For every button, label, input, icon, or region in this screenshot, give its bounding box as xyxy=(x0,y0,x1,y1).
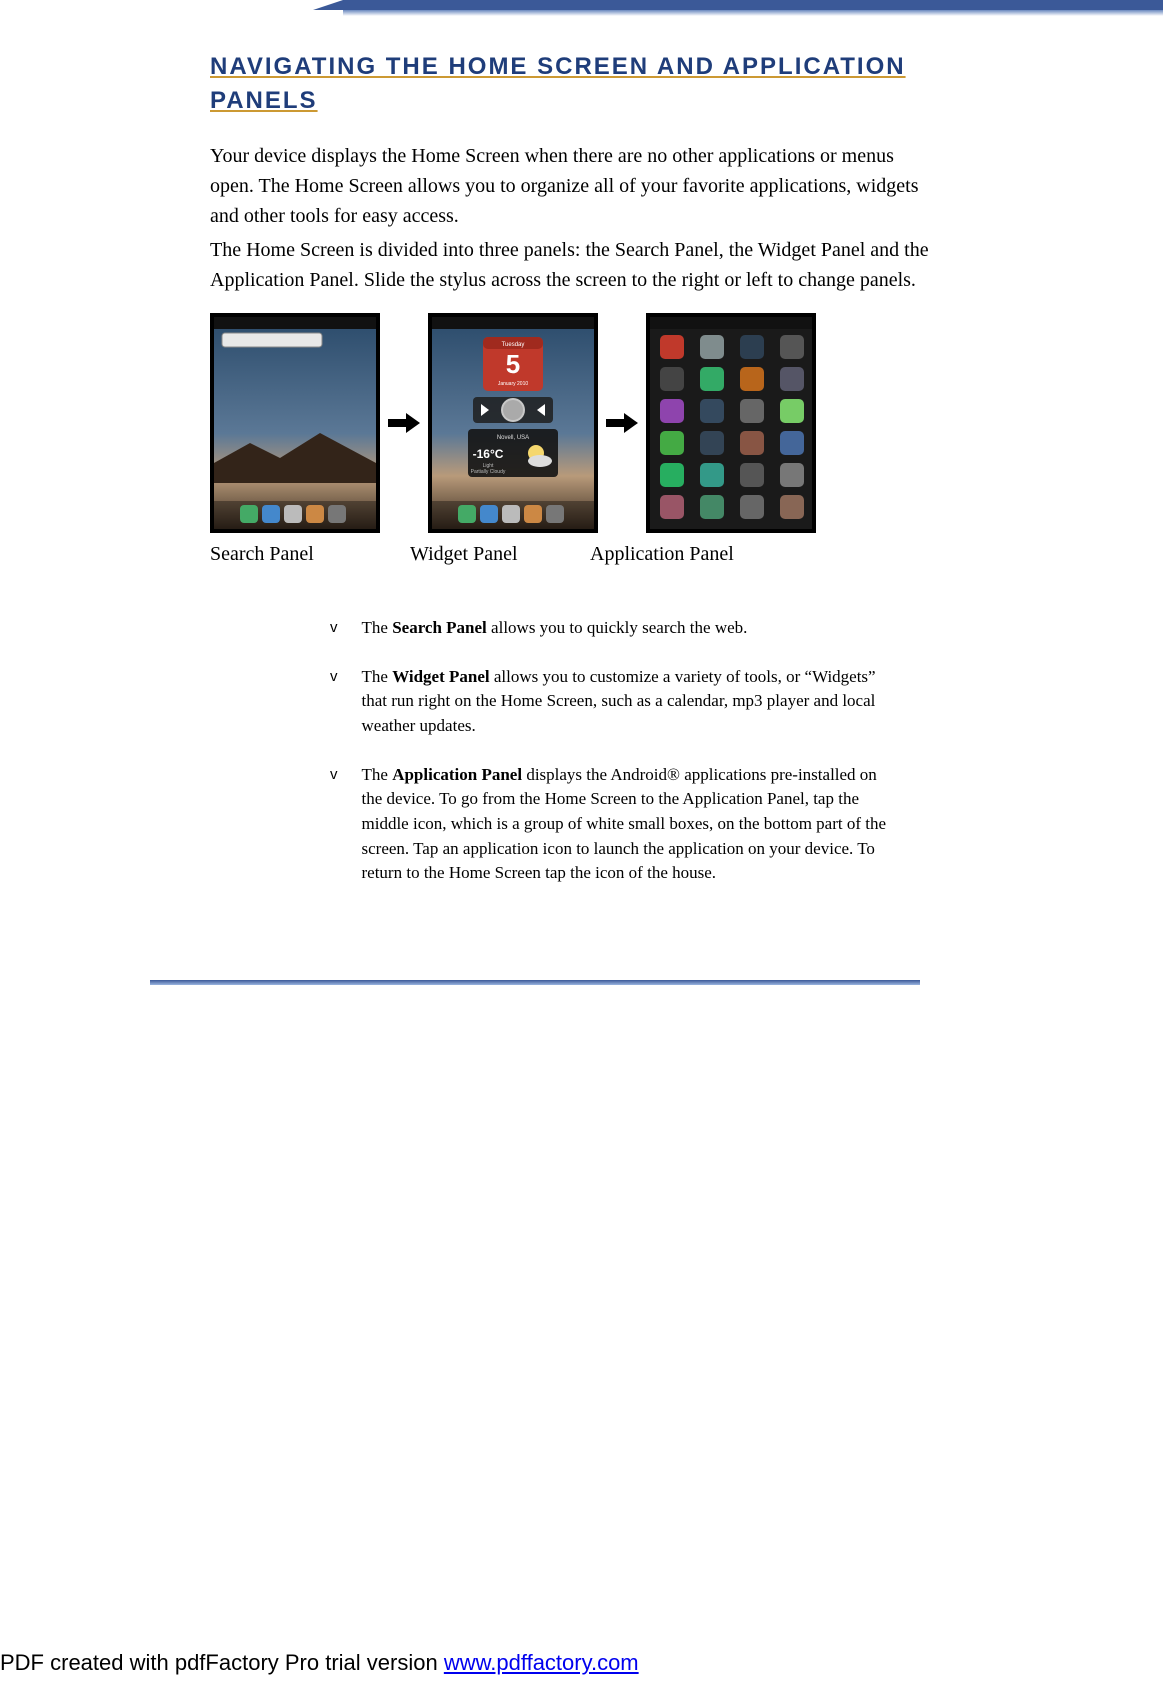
panel-labels-row: Search Panel Widget Panel Application Pa… xyxy=(210,543,930,566)
bullet-marker: v xyxy=(330,616,338,641)
music-widget xyxy=(473,397,553,423)
bullet-marker: v xyxy=(330,665,338,739)
footer-text: PDF created with pdfFactory Pro trial ve… xyxy=(0,1650,444,1675)
list-item: v The Application Panel displays the And… xyxy=(330,763,890,886)
calendar-widget: Tuesday 5 January 2010 xyxy=(483,337,543,391)
panels-illustration: Tuesday 5 January 2010 Novell, USA -16°C xyxy=(210,313,930,533)
svg-text:Novell, USA: Novell, USA xyxy=(497,435,529,441)
intro-paragraph-2: The Home Screen is divided into three pa… xyxy=(210,235,930,295)
bullet-text: The Widget Panel allows you to customize… xyxy=(362,665,891,739)
label-search-panel: Search Panel xyxy=(210,543,410,566)
weather-widget: Novell, USA -16°C Light Partially Cloudy xyxy=(468,429,558,477)
intro-paragraph-1: Your device displays the Home Screen whe… xyxy=(210,141,930,231)
search-panel-screenshot xyxy=(210,313,380,533)
label-widget-panel: Widget Panel xyxy=(410,543,590,566)
bullet-text: The Search Panel allows you to quickly s… xyxy=(362,616,748,641)
svg-text:Partially Cloudy: Partially Cloudy xyxy=(471,469,506,475)
list-item: v The Widget Panel allows you to customi… xyxy=(330,665,890,739)
section-heading: NAVIGATING THE HOME SCREEN AND APPLICATI… xyxy=(210,50,930,117)
svg-text:January 2010: January 2010 xyxy=(498,381,529,387)
list-item: v The Search Panel allows you to quickly… xyxy=(330,616,890,641)
divider-rule xyxy=(150,980,920,985)
svg-text:5: 5 xyxy=(506,349,520,379)
application-panel-screenshot xyxy=(646,313,816,533)
bullet-text: The Application Panel displays the Andro… xyxy=(362,763,891,886)
bullet-marker: v xyxy=(330,763,338,886)
svg-text:Tuesday: Tuesday xyxy=(502,342,525,348)
widget-panel-screenshot: Tuesday 5 January 2010 Novell, USA -16°C xyxy=(428,313,598,533)
arrow-right-icon xyxy=(606,413,638,433)
pdf-footer: PDF created with pdfFactory Pro trial ve… xyxy=(0,1650,639,1676)
header-banner xyxy=(343,0,1163,10)
bullet-list: v The Search Panel allows you to quickly… xyxy=(330,616,890,886)
footer-link[interactable]: www.pdffactory.com xyxy=(444,1650,639,1675)
label-application-panel: Application Panel xyxy=(590,543,790,566)
svg-text:-16°C: -16°C xyxy=(473,447,504,461)
arrow-right-icon xyxy=(388,413,420,433)
header-banner-shadow xyxy=(343,10,1163,16)
